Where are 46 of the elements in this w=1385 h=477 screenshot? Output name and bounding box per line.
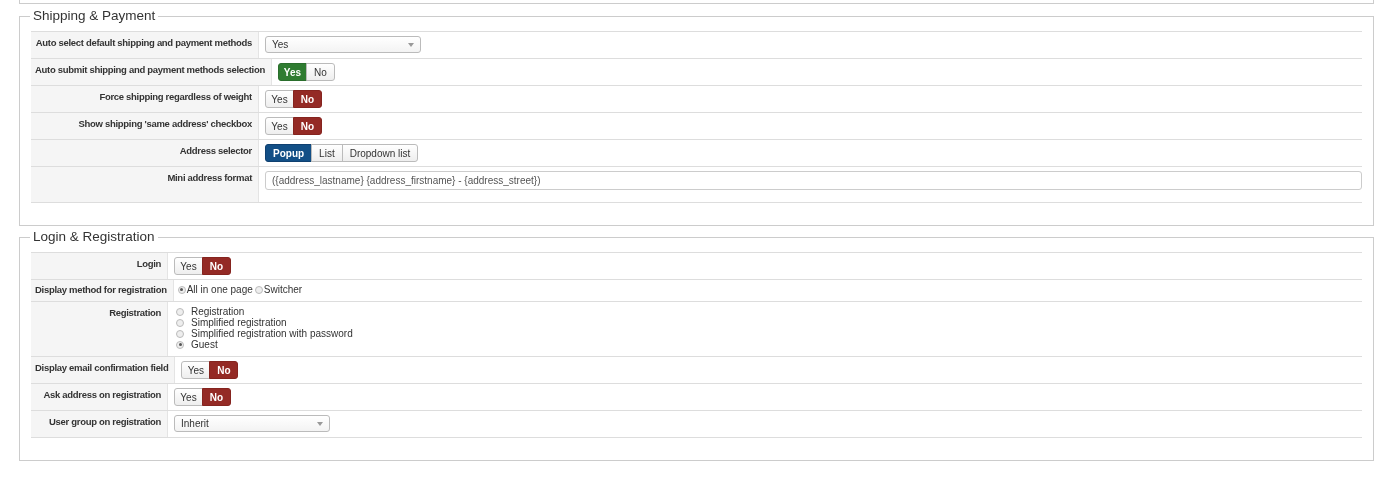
dropdown[interactable]: Yes (265, 36, 421, 53)
field-label: Ask address on registration (31, 384, 168, 410)
radio-label[interactable]: Simplified registration with password (191, 328, 353, 339)
field-label: Login (31, 253, 168, 279)
radio-label[interactable]: Switcher (263, 284, 303, 295)
field-label: Show shipping 'same address' checkbox (31, 113, 259, 139)
text-field[interactable]: ({address_lastname} {address_firstname} - {address_street}) (265, 171, 1362, 190)
field-label: Mini address format (31, 167, 259, 202)
dropdown[interactable]: Inherit (174, 415, 330, 432)
section-title: Shipping & Payment (30, 8, 159, 23)
field-label: Address selector (31, 140, 259, 166)
field-label: Registration (31, 302, 168, 356)
option-button[interactable]: No (293, 90, 322, 108)
option-button[interactable]: No (209, 361, 239, 379)
radio-label[interactable]: Registration (191, 306, 245, 317)
field-label: Display email confirmation field (31, 357, 176, 383)
field-label: User group on registration (31, 411, 168, 437)
radio-button[interactable] (254, 285, 263, 294)
radio-button[interactable] (176, 340, 184, 349)
option-button[interactable]: Yes (265, 117, 294, 135)
field-label: Auto submit shipping and payment methods selection (31, 59, 272, 85)
option-button[interactable]: Yes (174, 388, 203, 406)
option-button[interactable]: No (202, 257, 231, 275)
caret-icon (317, 421, 323, 426)
radio-button[interactable] (176, 307, 184, 316)
option-button[interactable]: Yes (181, 361, 211, 379)
option-button[interactable]: No (305, 63, 335, 81)
field-label: Display method for registration (31, 280, 174, 301)
radio-label[interactable]: All in one page (186, 284, 253, 295)
radio-button[interactable] (177, 285, 186, 294)
radio-label[interactable]: Simplified registration (191, 317, 287, 328)
field-label: Auto select default shipping and payment methods (31, 32, 259, 58)
field-label: Force shipping regardless of weight (31, 86, 259, 112)
option-button[interactable]: List (311, 144, 343, 162)
radio-button[interactable] (176, 329, 184, 338)
caret-icon (408, 42, 414, 47)
section-title: Login & Registration (30, 229, 158, 244)
option-button[interactable]: Popup (265, 144, 313, 162)
option-button[interactable]: Yes (174, 257, 203, 275)
option-button[interactable]: No (293, 117, 322, 135)
radio-button[interactable] (176, 318, 184, 327)
option-button[interactable]: Yes (277, 63, 307, 81)
radio-label[interactable]: Guest (191, 339, 218, 350)
option-button[interactable]: Dropdown list (341, 144, 419, 162)
option-button[interactable]: No (202, 388, 231, 406)
option-button[interactable]: Yes (265, 90, 294, 108)
